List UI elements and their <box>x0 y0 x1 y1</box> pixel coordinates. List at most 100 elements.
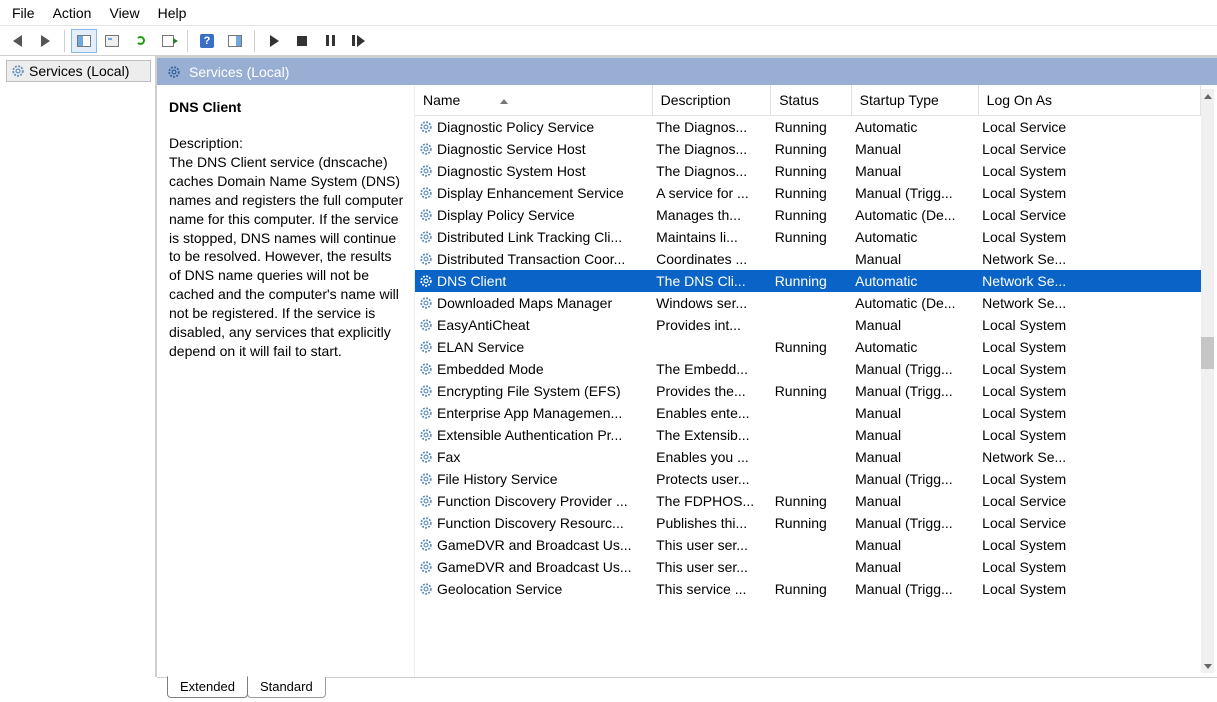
cell-logon: Network Se... <box>978 270 1200 292</box>
view-tabs: Extended Standard <box>157 677 1217 702</box>
export-button[interactable] <box>155 29 181 53</box>
cell-startup: Automatic <box>851 270 978 292</box>
cell-description: Protects user... <box>652 468 771 490</box>
cell-startup: Manual <box>851 160 978 182</box>
gear-icon <box>419 296 433 310</box>
table-row[interactable]: Distributed Transaction Coor...Coordinat… <box>415 248 1201 270</box>
export-icon <box>162 35 174 47</box>
cell-logon: Local System <box>978 160 1200 182</box>
cell-status: Running <box>771 490 851 512</box>
service-name: Downloaded Maps Manager <box>437 295 612 311</box>
pause-service-button[interactable] <box>317 29 343 53</box>
help-button[interactable]: ? <box>194 29 220 53</box>
cell-logon: Local System <box>978 556 1200 578</box>
table-row[interactable]: Display Policy ServiceManages th...Runni… <box>415 204 1201 226</box>
cell-name: DNS Client <box>415 270 652 292</box>
col-description[interactable]: Description <box>652 85 771 116</box>
table-row[interactable]: GameDVR and Broadcast Us...This user ser… <box>415 556 1201 578</box>
cell-status: Running <box>771 578 851 600</box>
cell-name: Distributed Link Tracking Cli... <box>415 226 652 248</box>
body: Services (Local) Services (Local) DNS Cl… <box>0 56 1217 677</box>
table-row[interactable]: Diagnostic Policy ServiceThe Diagnos...R… <box>415 116 1201 139</box>
cell-name: Extensible Authentication Pr... <box>415 424 652 446</box>
table-row[interactable]: File History ServiceProtects user...Manu… <box>415 468 1201 490</box>
scroll-down-button[interactable] <box>1201 659 1214 673</box>
cell-name: Diagnostic System Host <box>415 160 652 182</box>
cell-startup: Manual <box>851 248 978 270</box>
tree-item-services-local[interactable]: Services (Local) <box>6 60 151 82</box>
cell-name: Display Policy Service <box>415 204 652 226</box>
gear-icon <box>419 582 433 596</box>
col-status[interactable]: Status <box>771 85 851 116</box>
grid-header-row: Name Description Status Startup Type Log… <box>415 85 1201 116</box>
cell-status: Running <box>771 336 851 358</box>
refresh-button[interactable] <box>127 29 153 53</box>
cell-description: The FDPHOS... <box>652 490 771 512</box>
table-row[interactable]: ELAN ServiceRunningAutomaticLocal System <box>415 336 1201 358</box>
table-row[interactable]: Function Discovery Resourc...Publishes t… <box>415 512 1201 534</box>
service-name: Fax <box>437 449 460 465</box>
main-pane: Services (Local) DNS Client Description:… <box>157 56 1217 677</box>
tab-standard[interactable]: Standard <box>247 677 326 698</box>
show-hide-action-button[interactable] <box>222 29 248 53</box>
cell-description: Enables ente... <box>652 402 771 424</box>
stop-service-button[interactable] <box>289 29 315 53</box>
menu-action[interactable]: Action <box>47 3 104 23</box>
cell-logon: Local System <box>978 380 1200 402</box>
gear-icon <box>419 252 433 266</box>
table-row[interactable]: GameDVR and Broadcast Us...This user ser… <box>415 534 1201 556</box>
table-row[interactable]: Distributed Link Tracking Cli...Maintain… <box>415 226 1201 248</box>
table-row[interactable]: Encrypting File System (EFS)Provides the… <box>415 380 1201 402</box>
cell-description: A service for ... <box>652 182 771 204</box>
cell-name: Function Discovery Resourc... <box>415 512 652 534</box>
properties-icon <box>105 35 119 47</box>
scroll-up-button[interactable] <box>1201 89 1214 103</box>
table-row[interactable]: Enterprise App Managemen...Enables ente.… <box>415 402 1201 424</box>
menu-help[interactable]: Help <box>152 3 199 23</box>
vertical-scrollbar[interactable] <box>1201 89 1214 673</box>
cell-status <box>771 314 851 336</box>
table-row[interactable]: DNS ClientThe DNS Cli...RunningAutomatic… <box>415 270 1201 292</box>
back-button[interactable] <box>4 29 30 53</box>
table-row[interactable]: Downloaded Maps ManagerWindows ser...Aut… <box>415 292 1201 314</box>
col-name[interactable]: Name <box>415 85 652 116</box>
service-name: GameDVR and Broadcast Us... <box>437 537 632 553</box>
service-name: Distributed Link Tracking Cli... <box>437 229 622 245</box>
scroll-thumb[interactable] <box>1201 337 1214 369</box>
cell-status: Running <box>771 380 851 402</box>
tab-extended[interactable]: Extended <box>167 676 248 698</box>
scroll-track[interactable] <box>1201 89 1214 673</box>
start-service-button[interactable] <box>261 29 287 53</box>
table-row[interactable]: Embedded ModeThe Embedd...Manual (Trigg.… <box>415 358 1201 380</box>
forward-button[interactable] <box>32 29 58 53</box>
cell-name: Geolocation Service <box>415 578 652 600</box>
cell-status: Running <box>771 204 851 226</box>
gear-icon <box>419 472 433 486</box>
show-hide-tree-button[interactable] <box>71 29 97 53</box>
col-logon[interactable]: Log On As <box>978 85 1200 116</box>
menu-view[interactable]: View <box>103 3 151 23</box>
table-row[interactable]: Diagnostic Service HostThe Diagnos...Run… <box>415 138 1201 160</box>
cell-logon: Network Se... <box>978 446 1200 468</box>
restart-service-button[interactable] <box>345 29 371 53</box>
cell-name: EasyAntiCheat <box>415 314 652 336</box>
service-name: Diagnostic Policy Service <box>437 119 594 135</box>
table-row[interactable]: Diagnostic System HostThe Diagnos...Runn… <box>415 160 1201 182</box>
table-row[interactable]: Extensible Authentication Pr...The Exten… <box>415 424 1201 446</box>
table-row[interactable]: EasyAntiCheatProvides int...ManualLocal … <box>415 314 1201 336</box>
table-row[interactable]: Display Enhancement ServiceA service for… <box>415 182 1201 204</box>
service-name: Diagnostic System Host <box>437 163 586 179</box>
cell-logon: Local System <box>978 402 1200 424</box>
table-row[interactable]: Geolocation ServiceThis service ...Runni… <box>415 578 1201 600</box>
col-startup[interactable]: Startup Type <box>851 85 978 116</box>
table-row[interactable]: FaxEnables you ...ManualNetwork Se... <box>415 446 1201 468</box>
menu-file[interactable]: File <box>6 3 47 23</box>
services-grid[interactable]: Name Description Status Startup Type Log… <box>415 85 1201 600</box>
cell-description: This service ... <box>652 578 771 600</box>
table-row[interactable]: Function Discovery Provider ...The FDPHO… <box>415 490 1201 512</box>
gear-icon <box>419 164 433 178</box>
cell-name: Function Discovery Provider ... <box>415 490 652 512</box>
gear-icon <box>419 120 433 134</box>
properties-button[interactable] <box>99 29 125 53</box>
service-name: ELAN Service <box>437 339 524 355</box>
